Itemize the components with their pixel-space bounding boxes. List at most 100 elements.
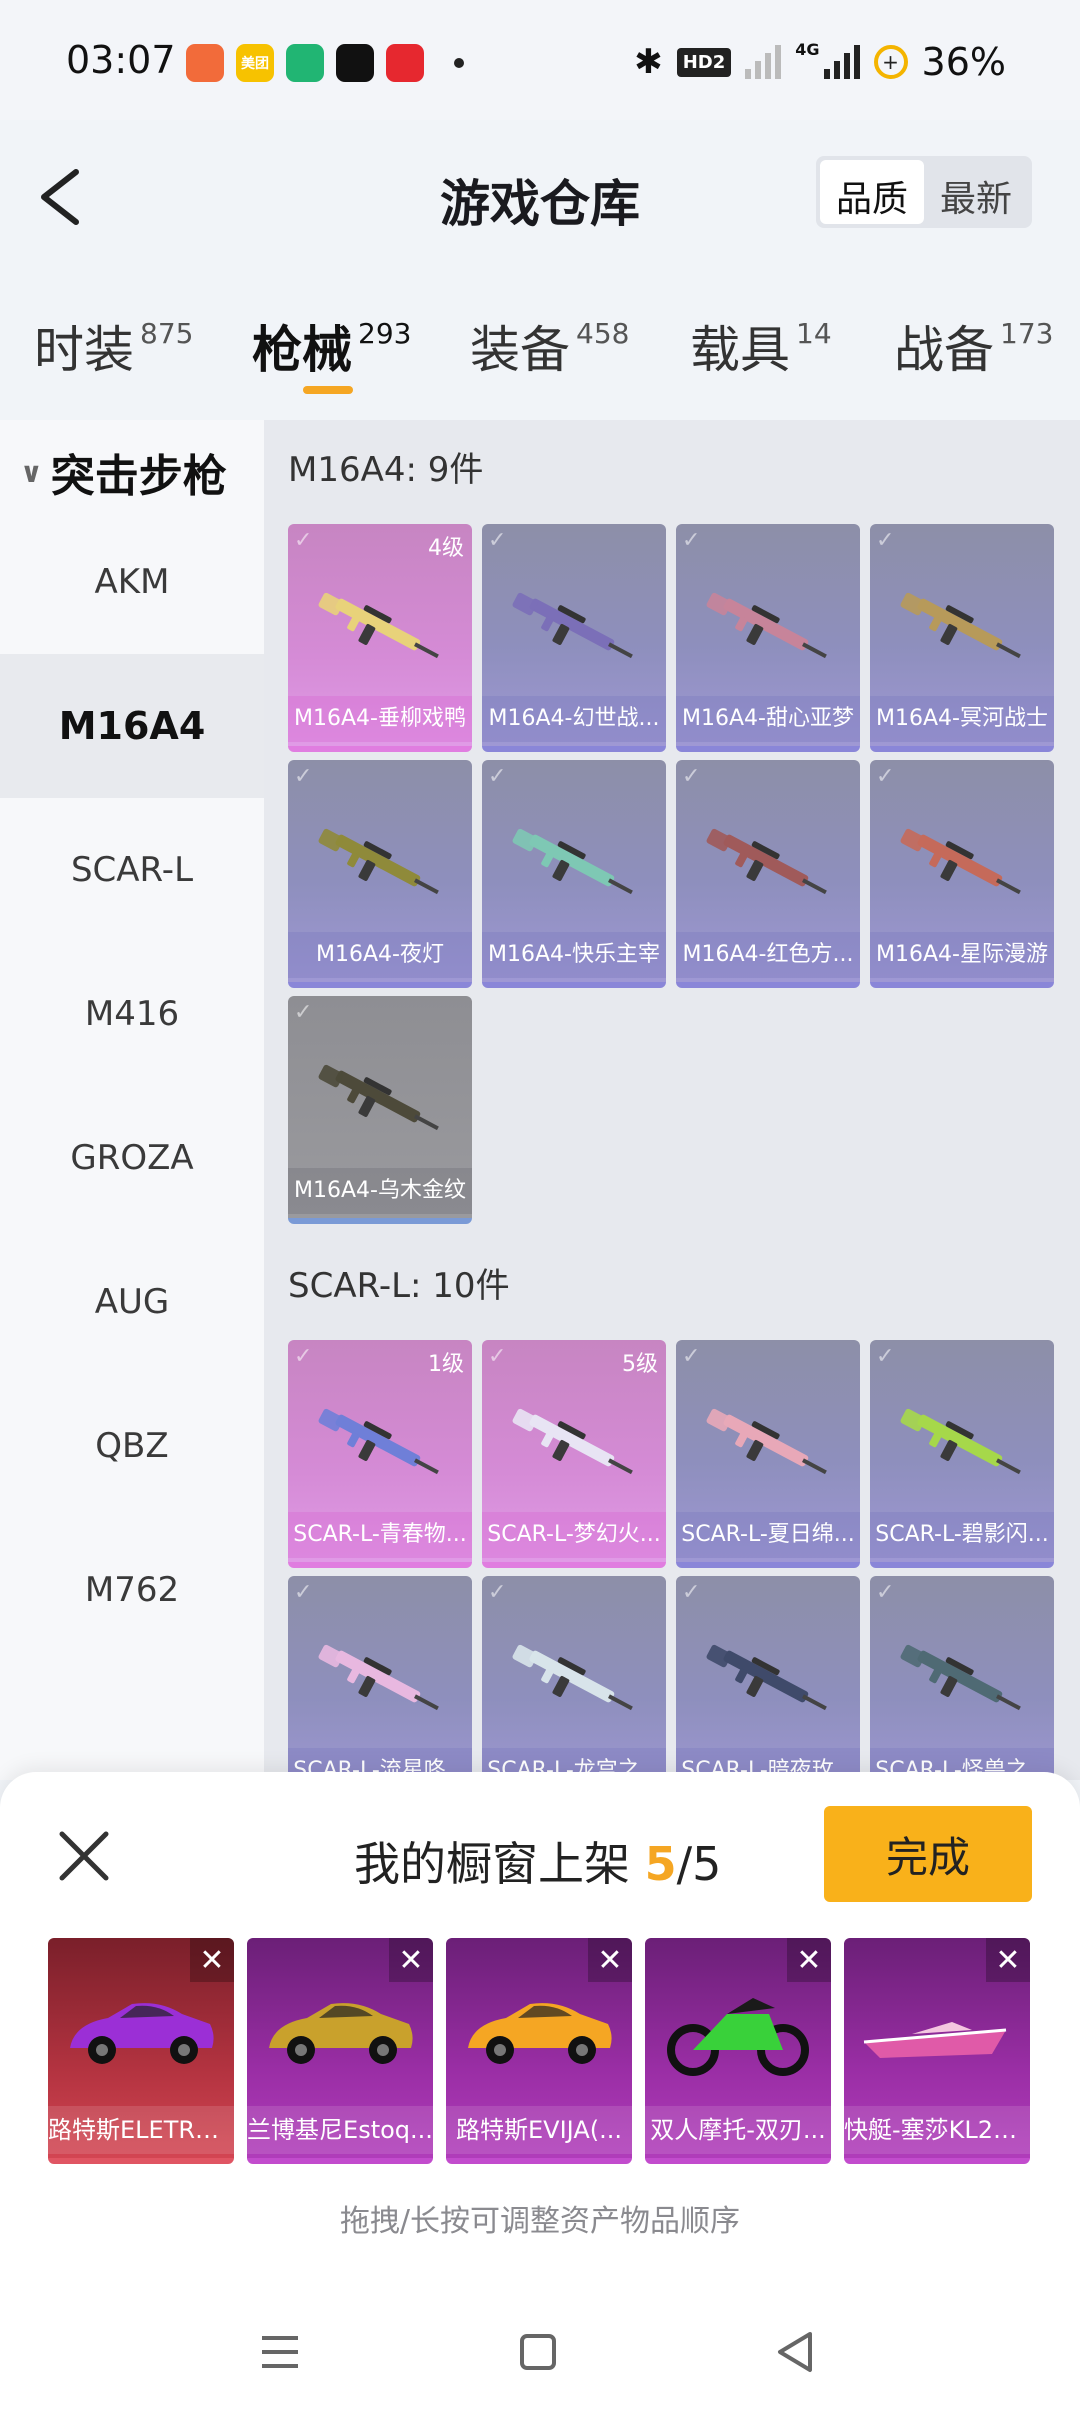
more-notifications-dot [454, 58, 464, 68]
weapon-skin-card[interactable]: ✓ SCAR-L-夏日绵... [676, 1340, 860, 1568]
weapon-skin-name: M16A4-星际漫游 [870, 932, 1054, 978]
remove-icon[interactable]: ✕ [986, 1938, 1030, 1982]
checkmark-icon: ✓ [488, 528, 507, 553]
kuaishou-app-icon [186, 44, 224, 82]
battery-icon: + [873, 45, 908, 79]
group-title: SCAR-L: 10件 [288, 1266, 510, 1306]
weapon-skin-card[interactable]: ✓ M16A4-星际漫游 [870, 760, 1054, 988]
weapon-skin-card[interactable]: ✓ SCAR-L-龙宫之... [482, 1576, 666, 1780]
checkmark-icon: ✓ [682, 764, 701, 789]
tab-equipment[interactable]: 装备 458 [470, 310, 629, 382]
remove-icon[interactable]: ✕ [787, 1938, 831, 1982]
weapon-skin-card[interactable]: ✓ SCAR-L-暗夜玫... [676, 1576, 860, 1780]
rifle-icon [318, 828, 439, 895]
active-tab-indicator [303, 386, 353, 394]
weapon-skin-card[interactable]: ✓ M16A4-夜灯 [288, 760, 472, 988]
sort-option-quality[interactable]: 品质 [819, 160, 924, 224]
close-icon[interactable] [52, 1824, 116, 1888]
checkmark-icon: ✓ [488, 1580, 507, 1605]
showcase-item-name: 兰博基尼Estoq... [247, 2106, 433, 2154]
weapon-skin-name: M16A4-垂柳戏鸭 [288, 696, 472, 742]
home-app-icon [286, 44, 324, 82]
checkmark-icon: ✓ [682, 1580, 701, 1605]
sidebar-item-qbz[interactable]: QBZ [0, 1374, 264, 1518]
tab-supplies[interactable]: 战备 173 [894, 310, 1053, 382]
back-triangle-icon[interactable] [764, 2320, 828, 2384]
menu-icon[interactable] [248, 2320, 312, 2384]
weapon-skin-card[interactable]: ✓ M16A4-乌木金纹 [288, 996, 472, 1224]
checkmark-icon: ✓ [876, 764, 895, 789]
weapon-skin-card[interactable]: ✓ M16A4-红色方... [676, 760, 860, 988]
item-grid: M16A4: 9件 ✓ 4级 M16A4-垂柳戏鸭 ✓ M16A4-幻世战... ✓ M16A… [264, 420, 1080, 1780]
network-type-label: 4G [795, 40, 820, 59]
showcase-item-name: 路特斯ELETRE(... [48, 2106, 234, 2154]
tab-vehicles[interactable]: 载具 14 [690, 310, 832, 382]
checkmark-icon: ✓ [294, 1344, 313, 1369]
group-title: M16A4: 9件 [288, 450, 484, 490]
showcase-slot[interactable]: ✕ 双人摩托-双刃... [645, 1938, 831, 2164]
rifle-icon [900, 1408, 1021, 1475]
sidebar-item-scar-l[interactable]: SCAR-L [0, 798, 264, 942]
weapon-skin-name: M16A4-甜心亚梦 [676, 696, 860, 742]
checkmark-icon: ✓ [682, 1344, 701, 1369]
motorcycle-icon [667, 1998, 809, 2076]
rifle-icon [512, 828, 633, 895]
home-icon[interactable] [506, 2320, 570, 2384]
page-header: 游戏仓库 品质 最新 [0, 120, 1080, 270]
weapon-skin-card[interactable]: ✓ M16A4-冥河战士 [870, 524, 1054, 752]
rifle-icon [706, 1408, 827, 1475]
showcase-item-name: 双人摩托-双刃... [645, 2106, 831, 2154]
remove-icon[interactable]: ✕ [190, 1938, 234, 1982]
skin-level-badge: 4级 [428, 536, 464, 561]
checkmark-icon: ✓ [682, 528, 701, 553]
sidebar-item-groza[interactable]: GROZA [0, 1086, 264, 1230]
reorder-hint: 拖拽/长按可调整资产物品顺序 [339, 2204, 741, 2239]
car-icon [70, 2003, 214, 2064]
done-button[interactable]: 完成 [824, 1806, 1032, 1902]
rifle-icon [512, 1408, 633, 1475]
skin-level-badge: 1级 [428, 1352, 464, 1377]
weapon-skin-card[interactable]: ✓ SCAR-L-流星咚... [288, 1576, 472, 1780]
showcase-slot[interactable]: ✕ 路特斯ELETRE(... [48, 1938, 234, 2164]
showcase-slot[interactable]: ✕ 路特斯EVIJA(... [446, 1938, 632, 2164]
meituan-app-icon: 美团 [236, 44, 274, 82]
weapon-skin-card[interactable]: ✓ M16A4-快乐主宰 [482, 760, 666, 988]
boat-icon [863, 2022, 1007, 2058]
wifi-signal-icon [745, 45, 782, 79]
sidebar-item-m416[interactable]: M416 [0, 942, 264, 1086]
showcase-slot[interactable]: ✕ 兰博基尼Estoq... [247, 1938, 433, 2164]
chevron-down-icon: ∨ [20, 455, 43, 489]
sidebar-item-akm[interactable]: AKM [0, 510, 264, 654]
sidebar-group-header[interactable]: ∨ 突击步枪 [20, 440, 227, 504]
checkmark-icon: ✓ [488, 764, 507, 789]
weapon-skin-card[interactable]: ✓ SCAR-L-碧影闪... [870, 1340, 1054, 1568]
weapon-skin-card[interactable]: ✓ 1级 SCAR-L-青春物... [288, 1340, 472, 1568]
showcase-slot[interactable]: ✕ 快艇-塞莎KL27(... [844, 1938, 1030, 2164]
rifle-icon [706, 1644, 827, 1711]
sort-option-newest[interactable]: 最新 [924, 160, 1028, 224]
weapon-skin-card[interactable]: ✓ M16A4-甜心亚梦 [676, 524, 860, 752]
checkmark-icon: ✓ [294, 1580, 313, 1605]
remove-icon[interactable]: ✕ [588, 1938, 632, 1982]
car-icon [468, 2003, 612, 2064]
weapon-type-sidebar: ∨ 突击步枪 AKM M16A4 SCAR-L M416 GROZA AUG QBZ M762 [0, 420, 264, 1780]
sidebar-item-m762[interactable]: M762 [0, 1518, 264, 1662]
weapon-skin-name: M16A4-乌木金纹 [288, 1168, 472, 1214]
tab-weapons[interactable]: 枪械 293 [252, 310, 411, 382]
weapon-skin-name: M16A4-冥河战士 [870, 696, 1054, 742]
status-bar: 03:07 美团 ✱ HD2 4G + 36% [0, 0, 1080, 120]
weapon-skin-name: M16A4-幻世战... [482, 696, 666, 742]
checkmark-icon: ✓ [876, 1580, 895, 1605]
weapon-skin-card[interactable]: ✓ M16A4-幻世战... [482, 524, 666, 752]
weapon-skin-card[interactable]: ✓ 5级 SCAR-L-梦幻火... [482, 1340, 666, 1568]
weapon-skin-card[interactable]: ✓ SCAR-L-怪兽之... [870, 1576, 1054, 1780]
weapon-skin-name: SCAR-L-碧影闪... [870, 1512, 1054, 1558]
rifle-icon [512, 1644, 633, 1711]
rifle-icon [512, 592, 633, 659]
remove-icon[interactable]: ✕ [389, 1938, 433, 1982]
weapon-skin-card[interactable]: ✓ 4级 M16A4-垂柳戏鸭 [288, 524, 472, 752]
weapon-skin-name: SCAR-L-夏日绵... [676, 1512, 860, 1558]
sidebar-item-aug[interactable]: AUG [0, 1230, 264, 1374]
sidebar-item-m16a4[interactable]: M16A4 [0, 654, 264, 798]
tab-fashion[interactable]: 时装 875 [34, 310, 193, 382]
